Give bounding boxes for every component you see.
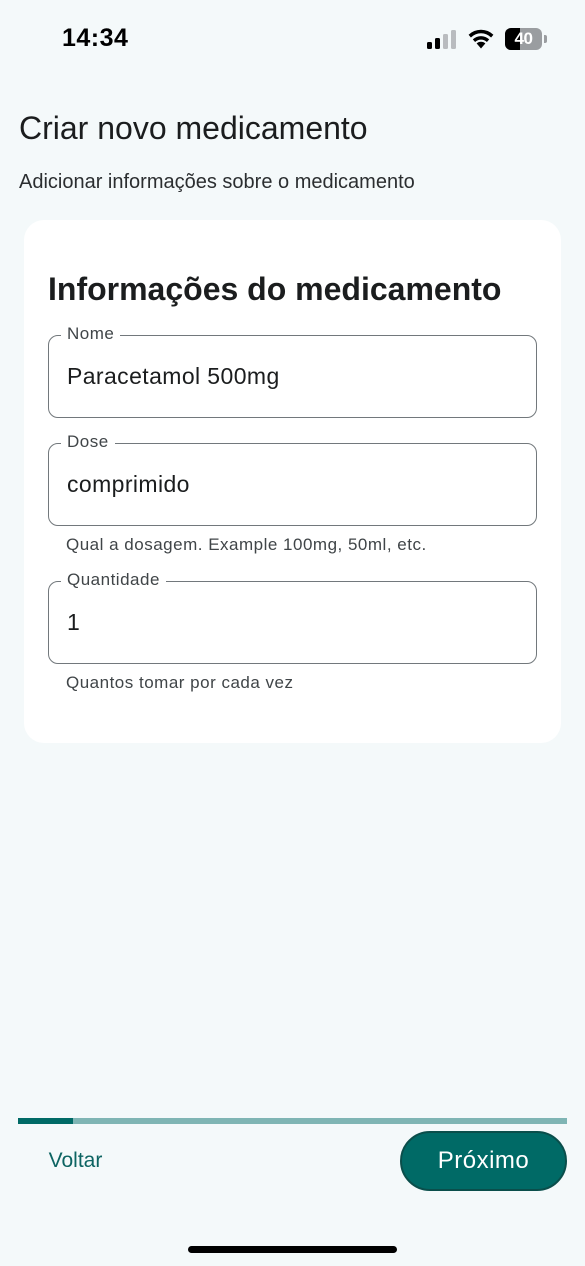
battery-level: 40 <box>514 29 533 48</box>
dose-field-value[interactable]: comprimido <box>67 444 190 524</box>
dose-field[interactable]: Dose comprimido <box>48 432 537 526</box>
next-button[interactable]: Próximo <box>400 1131 567 1191</box>
medication-info-card: Informações do medicamento Nome Paraceta… <box>24 220 561 743</box>
signal-bar <box>443 34 448 49</box>
quantity-field[interactable]: Quantidade 1 <box>48 570 537 664</box>
quantity-field-value[interactable]: 1 <box>67 582 80 662</box>
step-progress-bar <box>18 1118 567 1124</box>
battery-body: 40 <box>505 28 542 50</box>
page-subtitle: Adicionar informações sobre o medicament… <box>19 171 415 193</box>
signal-icon <box>427 29 459 49</box>
battery-icon: 40 <box>505 28 547 50</box>
signal-bar <box>427 42 432 49</box>
screen: 14:34 40 Criar novo medicamento Adiciona… <box>0 0 585 1266</box>
status-bar: 14:34 40 <box>0 0 585 78</box>
step-progress-fill <box>18 1118 73 1124</box>
signal-bar <box>435 38 440 49</box>
quantity-helper-text: Quantos tomar por cada vez <box>66 673 294 692</box>
card-title: Informações do medicamento <box>48 271 502 307</box>
dose-helper-text: Qual a dosagem. Example 100mg, 50ml, etc… <box>66 535 427 554</box>
home-indicator <box>188 1246 397 1253</box>
wifi-icon <box>468 29 494 49</box>
battery-cap <box>544 35 547 43</box>
name-field[interactable]: Nome Paracetamol 500mg <box>48 324 537 418</box>
name-field-value[interactable]: Paracetamol 500mg <box>67 336 280 416</box>
signal-bar <box>451 30 456 49</box>
back-button[interactable]: Voltar <box>24 1136 114 1186</box>
status-time: 14:34 <box>62 24 129 52</box>
page-title: Criar novo medicamento <box>19 110 368 146</box>
